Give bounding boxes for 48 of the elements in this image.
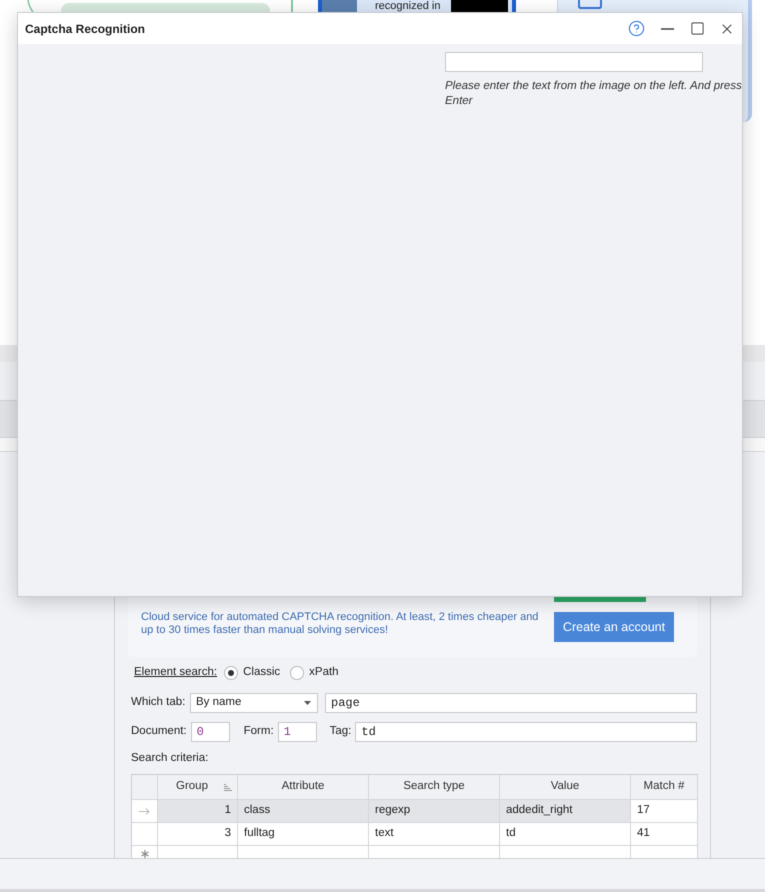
tab-dropdown[interactable]: By name bbox=[190, 693, 318, 713]
table-cell: td bbox=[500, 823, 631, 845]
column-header[interactable]: Value bbox=[500, 775, 631, 799]
table-cell: fulltag bbox=[238, 823, 369, 845]
tab-name-field[interactable]: page bbox=[325, 693, 697, 713]
form-field[interactable]: 1 bbox=[278, 722, 317, 742]
arrow-icon bbox=[139, 808, 150, 814]
table-cell: text bbox=[369, 823, 500, 845]
table-cell: 17 bbox=[631, 800, 698, 822]
which-tab-label: Which tab: bbox=[131, 695, 186, 710]
column-header[interactable]: Attribute bbox=[238, 775, 369, 799]
search-criteria-label: Search criteria: bbox=[131, 751, 208, 766]
radio-option[interactable]: Classic bbox=[224, 664, 280, 682]
image-placeholder bbox=[451, 0, 508, 12]
minimize-icon bbox=[660, 28, 674, 30]
connector-line bbox=[27, 0, 34, 12]
table-cell: class bbox=[238, 800, 369, 822]
table-cell: 41 bbox=[631, 823, 698, 845]
help-icon bbox=[628, 20, 645, 37]
radio-option[interactable]: xPath bbox=[290, 664, 339, 682]
tag-label: Tag: bbox=[330, 724, 352, 740]
document-label: Document: bbox=[131, 724, 187, 740]
document-field[interactable]: 0 bbox=[190, 722, 230, 742]
table-row[interactable]: 1 class regexp addedit_right 17 bbox=[132, 800, 698, 823]
table-cell: regexp bbox=[369, 800, 500, 822]
table-cell: 3 bbox=[158, 823, 238, 845]
column-header[interactable]: Group bbox=[158, 775, 238, 799]
answer-field[interactable] bbox=[445, 52, 703, 72]
asterisk-icon bbox=[140, 850, 148, 858]
hint-text: Please enter the text from the image on the left. And press Enter bbox=[445, 79, 742, 109]
form-label: Form: bbox=[244, 724, 274, 740]
table-cell: 1 bbox=[158, 800, 238, 822]
connector-line bbox=[291, 0, 293, 12]
tag-field[interactable]: td bbox=[355, 722, 697, 742]
service-description: Cloud service for automated CAPTCHA recognition. At least, 2 times cheaper and up to 30 times faster than manual solving services! bbox=[141, 611, 540, 637]
table-row[interactable]: 3 fulltag text td 41 bbox=[132, 823, 698, 846]
element-search-label: Element search: bbox=[134, 665, 218, 680]
create-account-button[interactable]: Create an account bbox=[554, 612, 674, 642]
column-header[interactable]: Match # bbox=[631, 775, 698, 799]
maximize-button[interactable] bbox=[689, 20, 705, 36]
sort-icon bbox=[224, 784, 232, 790]
node-caption: recognized in bbox=[375, 0, 440, 12]
maximize-icon bbox=[690, 21, 704, 36]
column-header[interactable]: Search type bbox=[369, 775, 500, 799]
caret-icon bbox=[304, 701, 311, 705]
window-title: Captcha Recognition bbox=[25, 20, 146, 38]
help-button[interactable] bbox=[628, 20, 645, 37]
captcha-image-placeholder bbox=[322, 0, 357, 12]
